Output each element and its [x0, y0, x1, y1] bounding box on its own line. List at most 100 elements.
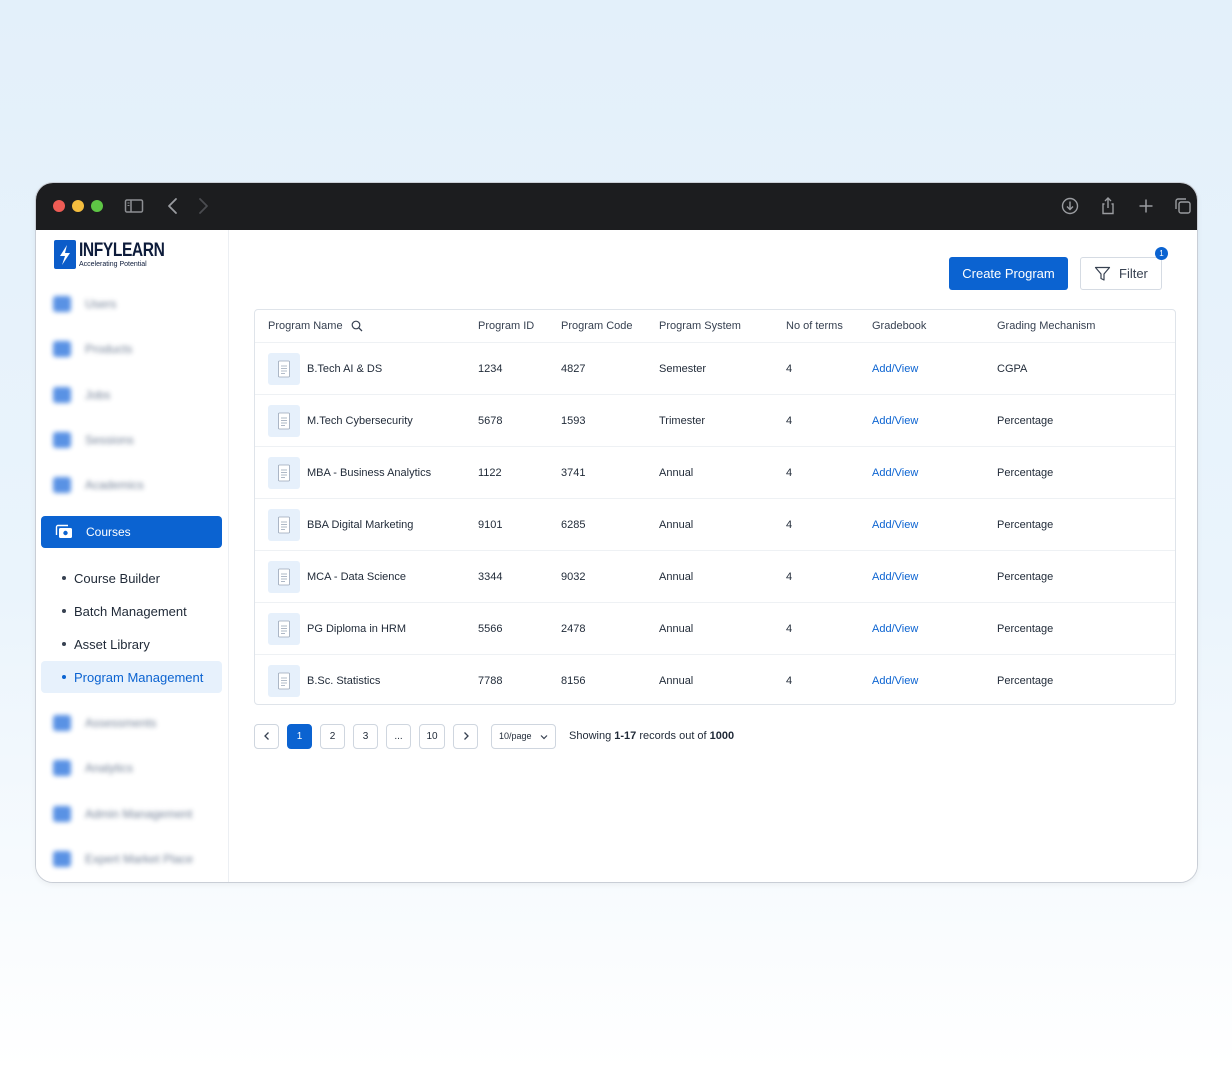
table-row[interactable]: MCA - Data Science 3344 9032 Annual 4 Add/Vie… [255, 550, 1175, 602]
tab-overview-icon[interactable] [1172, 195, 1194, 217]
brand-logo[interactable]: INFYLEARN Accelerating Potential [54, 240, 183, 269]
sidebar-item-assessments[interactable]: Assessments [53, 715, 156, 731]
table-row[interactable]: BBA Digital Marketing 9101 6285 Annual 4 Add/… [255, 498, 1175, 550]
program-system-cell: Annual [659, 466, 694, 479]
create-program-button[interactable]: Create Program [949, 257, 1068, 290]
sidebar-subitem-program-management[interactable]: Program Management [41, 661, 222, 693]
document-icon [268, 404, 300, 437]
program-code-cell: 3741 [561, 466, 586, 479]
close-window-button[interactable] [53, 200, 65, 212]
search-icon[interactable] [351, 320, 363, 332]
gradebook-add-view-link[interactable]: Add/View [872, 447, 918, 498]
program-name: PG Diploma in HRM [307, 622, 407, 635]
program-code-cell: 6285 [561, 518, 586, 531]
chevron-down-icon [540, 734, 548, 739]
grading-mechanism-cell: Percentage [997, 674, 1054, 687]
page-button-10[interactable]: 10 [419, 723, 445, 749]
chevron-right-icon [463, 732, 469, 740]
program-code-cell: 4827 [561, 362, 586, 375]
back-arrow-icon[interactable] [162, 195, 184, 217]
academics-icon [53, 477, 71, 493]
jobs-icon [53, 387, 71, 403]
gradebook-add-view-link[interactable]: Add/View [872, 655, 918, 704]
sidebar-item-jobs[interactable]: Jobs [53, 387, 110, 403]
forward-arrow-icon[interactable] [192, 195, 214, 217]
program-name: BBA Digital Marketing [307, 518, 414, 531]
page-button-3[interactable]: 3 [353, 723, 378, 749]
document-icon [268, 664, 300, 697]
sidebar-item-admin-management[interactable]: Admin Management [53, 806, 192, 822]
program-id-cell: 1234 [478, 362, 503, 375]
gradebook-add-view-link[interactable]: Add/View [872, 395, 918, 446]
page-ellipsis[interactable]: ... [386, 723, 411, 749]
program-name: B.Sc. Statistics [307, 674, 381, 687]
per-page-select[interactable]: 10/page [491, 723, 556, 749]
table-row[interactable]: M.Tech Cybersecurity 5678 1593 Trimester 4 Ad… [255, 394, 1175, 446]
page-button-1[interactable]: 1 [287, 723, 312, 749]
gradebook-add-view-link[interactable]: Add/View [872, 603, 918, 654]
program-name-cell: BBA Digital Marketing [268, 499, 413, 550]
sidebar-subitem-asset-library[interactable]: Asset Library [41, 628, 222, 660]
column-header-program-id: Program ID [478, 320, 535, 332]
document-icon [268, 508, 300, 541]
previous-page-button[interactable] [254, 723, 279, 749]
program-id-cell: 9101 [478, 518, 503, 531]
products-icon [53, 341, 71, 357]
document-icon [268, 352, 300, 385]
program-id-cell: 7788 [478, 674, 503, 687]
share-icon[interactable] [1097, 195, 1119, 217]
programs-table: Program Name Program ID Program Code Pro… [254, 309, 1176, 705]
page-button-2[interactable]: 2 [320, 723, 345, 749]
maximize-window-button[interactable] [91, 200, 103, 212]
grading-mechanism-cell: Percentage [997, 622, 1054, 635]
program-system-cell: Annual [659, 622, 694, 635]
program-name: M.Tech Cybersecurity [307, 414, 413, 427]
next-page-button[interactable] [453, 723, 478, 749]
program-id-cell: 3344 [478, 570, 503, 583]
program-terms-cell: 4 [786, 414, 793, 427]
sessions-icon [53, 432, 71, 448]
document-icon [268, 456, 300, 489]
table-row[interactable]: B.Tech AI & DS 1234 4827 Semester 4 Add/View C… [255, 342, 1175, 394]
sidebar-item-analytics[interactable]: Analytics [53, 760, 133, 776]
minimize-window-button[interactable] [72, 200, 84, 212]
sidebar-subitem-batch-management[interactable]: Batch Management [41, 595, 222, 627]
sidebar-item-academics[interactable]: Academics [53, 477, 144, 493]
browser-titlebar [36, 183, 1197, 230]
table-row[interactable]: PG Diploma in HRM 5566 2478 Annual 4 Add/View… [255, 602, 1175, 654]
table-row[interactable]: B.Sc. Statistics 7788 8156 Annual 4 Add/View P… [255, 654, 1175, 704]
bolt-icon [54, 240, 76, 269]
main-content: Create Program Filter 1 Program Name Pro… [230, 230, 1197, 882]
column-header-program-system: Program System [659, 320, 741, 332]
program-terms-cell: 4 [786, 362, 793, 375]
document-icon [268, 560, 300, 593]
program-name-cell: M.Tech Cybersecurity [268, 395, 413, 446]
filter-button[interactable]: Filter [1080, 257, 1162, 290]
sidebar-toggle-icon[interactable] [123, 195, 145, 217]
program-terms-cell: 4 [786, 674, 793, 687]
download-icon[interactable] [1059, 195, 1081, 217]
sidebar-item-products[interactable]: Products [53, 341, 132, 357]
sidebar-item-sessions[interactable]: Sessions [53, 432, 134, 448]
gradebook-add-view-link[interactable]: Add/View [872, 343, 918, 394]
assessments-icon [53, 715, 71, 731]
sidebar-subitem-course-builder[interactable]: Course Builder [41, 562, 222, 594]
program-name-cell: MBA - Business Analytics [268, 447, 431, 498]
column-header-gradebook: Gradebook [872, 320, 927, 332]
brand-tagline: Accelerating Potential [79, 261, 147, 268]
program-id-cell: 5678 [478, 414, 503, 427]
sidebar-item-users[interactable]: Users [53, 296, 116, 312]
program-code-cell: 2478 [561, 622, 586, 635]
gradebook-add-view-link[interactable]: Add/View [872, 551, 918, 602]
sidebar-item-expert-market-place[interactable]: Expert Market Place [53, 851, 193, 867]
new-tab-icon[interactable] [1135, 195, 1157, 217]
gradebook-add-view-link[interactable]: Add/View [872, 499, 918, 550]
filter-icon [1094, 266, 1111, 281]
table-header: Program Name Program ID Program Code Pro… [255, 310, 1175, 342]
program-code-cell: 1593 [561, 414, 586, 427]
table-row[interactable]: MBA - Business Analytics 1122 3741 Annual 4 A… [255, 446, 1175, 498]
program-system-cell: Trimester [659, 414, 706, 427]
admin-icon [53, 806, 71, 822]
filter-count-badge: 1 [1155, 247, 1168, 260]
sidebar-item-courses[interactable]: Courses [41, 516, 222, 548]
